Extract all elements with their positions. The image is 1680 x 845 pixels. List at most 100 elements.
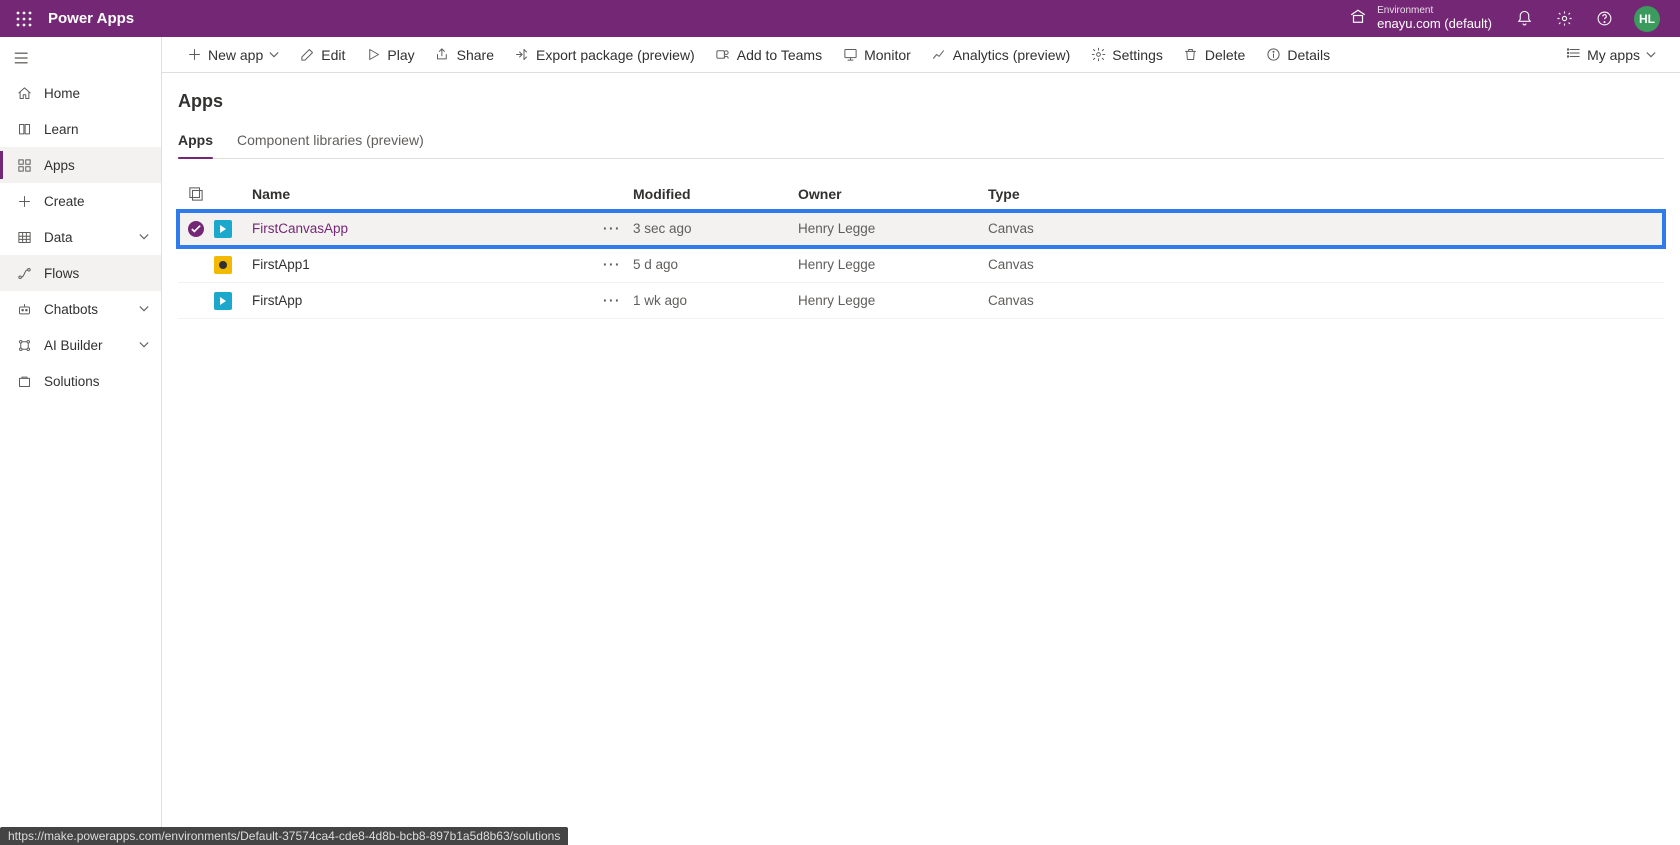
row-more-actions[interactable]: ··· xyxy=(603,293,633,308)
plus-icon xyxy=(14,194,34,209)
column-header-modified[interactable]: Modified xyxy=(633,186,798,202)
cmd-analytics[interactable]: Analytics (preview) xyxy=(923,39,1078,71)
apps-icon xyxy=(14,158,34,173)
modified-cell: 5 d ago xyxy=(633,257,798,272)
list-icon xyxy=(1567,46,1581,63)
cmd-label: New app xyxy=(208,47,263,63)
nav-collapse-button[interactable] xyxy=(0,41,161,75)
sidebar-item-flows[interactable]: Flows xyxy=(0,255,161,291)
column-header-type[interactable]: Type xyxy=(988,186,1664,202)
pencil-icon xyxy=(299,47,315,63)
cmd-label: Play xyxy=(387,47,414,63)
environment-name: enayu.com (default) xyxy=(1377,17,1492,32)
sidebar-item-apps[interactable]: Apps xyxy=(0,147,161,183)
flow-icon xyxy=(14,266,34,281)
export-icon xyxy=(514,47,530,63)
more-icon: ··· xyxy=(603,293,621,308)
tab-list: Apps Component libraries (preview) xyxy=(178,124,1664,159)
column-header-name[interactable]: Name xyxy=(248,186,603,202)
sidebar-item-solutions[interactable]: Solutions xyxy=(0,363,161,399)
sidebar-item-label: Chatbots xyxy=(44,302,139,317)
chevron-down-icon xyxy=(1646,47,1656,63)
environment-icon xyxy=(1349,8,1367,29)
product-brand[interactable]: Power Apps xyxy=(48,10,134,27)
app-name-cell[interactable]: FirstApp1 xyxy=(248,257,603,272)
bot-icon xyxy=(14,302,34,317)
teams-icon xyxy=(715,47,731,63)
shell: Home Learn Apps Create Data Flows Chatbots AI B… xyxy=(0,37,1680,845)
sidebar-item-label: Apps xyxy=(44,158,149,173)
grid-header-row: Name Modified Owner Type xyxy=(178,177,1664,211)
sidebar-item-label: Data xyxy=(44,230,139,245)
cmd-label: Settings xyxy=(1112,47,1163,63)
cmd-label: Details xyxy=(1287,47,1330,63)
row-selector[interactable] xyxy=(178,221,214,237)
notifications-icon[interactable] xyxy=(1514,9,1534,29)
app-launcher-icon[interactable] xyxy=(10,5,38,33)
modified-cell: 1 wk ago xyxy=(633,293,798,308)
sidebar-item-create[interactable]: Create xyxy=(0,183,161,219)
row-more-actions[interactable]: ··· xyxy=(603,257,633,272)
help-icon[interactable] xyxy=(1594,9,1614,29)
view-selector-label: My apps xyxy=(1587,47,1640,63)
sidebar-item-home[interactable]: Home xyxy=(0,75,161,111)
cmd-share[interactable]: Share xyxy=(427,39,502,71)
more-icon: ··· xyxy=(603,221,621,236)
chevron-down-icon xyxy=(269,47,279,63)
app-name-cell[interactable]: FirstApp xyxy=(248,293,603,308)
cmd-play[interactable]: Play xyxy=(357,39,422,71)
book-icon xyxy=(14,122,34,137)
sidebar-item-data[interactable]: Data xyxy=(0,219,161,255)
select-all-column[interactable] xyxy=(178,187,214,201)
column-header-owner[interactable]: Owner xyxy=(798,186,988,202)
chevron-down-icon xyxy=(139,337,149,353)
browser-status-bar: https://make.powerapps.com/environments/… xyxy=(0,827,568,845)
trash-icon xyxy=(1183,47,1199,63)
tab-component-libraries-preview-[interactable]: Component libraries (preview) xyxy=(237,124,424,158)
row-more-actions[interactable]: ··· xyxy=(603,221,633,236)
top-header: Power Apps Environment enayu.com (defaul… xyxy=(0,0,1680,37)
cmd-label: Delete xyxy=(1205,47,1245,63)
environment-text: Environment enayu.com (default) xyxy=(1377,5,1492,31)
analytics-icon xyxy=(931,47,947,63)
app-name-cell[interactable]: FirstCanvasApp xyxy=(248,221,603,236)
view-selector[interactable]: My apps xyxy=(1559,39,1664,71)
more-icon: ··· xyxy=(603,257,621,272)
plus-icon xyxy=(186,47,202,63)
app-type-icon xyxy=(214,220,248,238)
table-row[interactable]: FirstApp1···5 d agoHenry LeggeCanvas xyxy=(178,247,1664,283)
solutions-icon xyxy=(14,374,34,389)
cmd-delete[interactable]: Delete xyxy=(1175,39,1253,71)
cmd-add-teams[interactable]: Add to Teams xyxy=(707,39,830,71)
tab-apps[interactable]: Apps xyxy=(178,124,213,158)
cmd-new-app[interactable]: New app xyxy=(178,39,287,71)
user-avatar[interactable]: HL xyxy=(1634,6,1660,32)
play-icon xyxy=(365,47,381,63)
cmd-monitor[interactable]: Monitor xyxy=(834,39,919,71)
owner-cell: Henry Legge xyxy=(798,257,988,272)
cmd-label: Export package (preview) xyxy=(536,47,695,63)
cmd-details[interactable]: Details xyxy=(1257,39,1338,71)
type-cell: Canvas xyxy=(988,221,1664,236)
table-row[interactable]: FirstApp···1 wk agoHenry LeggeCanvas xyxy=(178,283,1664,319)
modified-cell: 3 sec ago xyxy=(633,221,798,236)
cmd-export[interactable]: Export package (preview) xyxy=(506,39,703,71)
table-row[interactable]: FirstCanvasApp···3 sec agoHenry LeggeCan… xyxy=(178,211,1664,247)
cmd-settings[interactable]: Settings xyxy=(1082,39,1171,71)
settings-icon[interactable] xyxy=(1554,9,1574,29)
header-icons: HL xyxy=(1514,6,1660,32)
sidebar-item-label: Learn xyxy=(44,122,149,137)
environment-picker[interactable]: Environment enayu.com (default) xyxy=(1339,5,1502,31)
monitor-icon xyxy=(842,47,858,63)
sidebar-item-ai-builder[interactable]: AI Builder xyxy=(0,327,161,363)
left-nav: Home Learn Apps Create Data Flows Chatbots AI B… xyxy=(0,37,162,845)
content-area: Apps Apps Component libraries (preview) N… xyxy=(162,73,1680,845)
sidebar-item-learn[interactable]: Learn xyxy=(0,111,161,147)
cmd-label: Monitor xyxy=(864,47,911,63)
sidebar-item-chatbots[interactable]: Chatbots xyxy=(0,291,161,327)
share-icon xyxy=(435,47,451,63)
cmd-edit[interactable]: Edit xyxy=(291,39,353,71)
sidebar-item-label: Flows xyxy=(44,266,149,281)
selected-check-icon[interactable] xyxy=(188,221,204,237)
environment-label: Environment xyxy=(1377,5,1492,17)
